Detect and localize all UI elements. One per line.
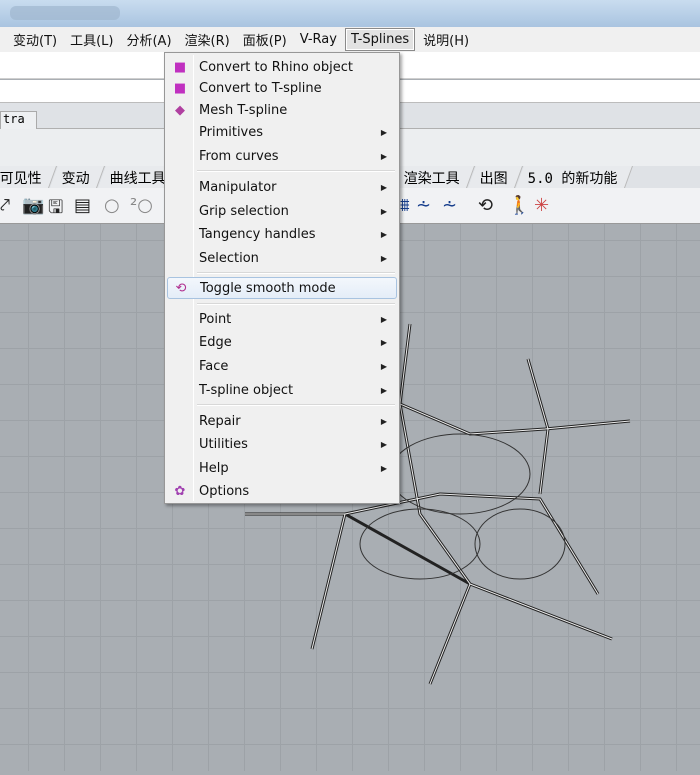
menu-item-primitives[interactable]: Primitives ▶ (167, 121, 397, 143)
submenu-arrow-icon: ▶ (380, 229, 387, 239)
car2-icon[interactable]: ⩪ (416, 195, 431, 216)
submenu-arrow-icon: ▶ (380, 416, 387, 426)
menu-item-label: Repair (199, 413, 241, 429)
menu-item-label: T-spline object (199, 382, 294, 398)
menu-transform[interactable]: 变动(T) (8, 27, 62, 52)
tab-layout[interactable]: 出图 (467, 166, 524, 188)
sun-icon[interactable]: ✳ (534, 195, 549, 216)
tab-render-tools[interactable]: 渲染工具 (391, 166, 476, 188)
menu-item-convert-to-tspline[interactable]: ■ Convert to T-spline (167, 77, 397, 99)
tab-transform[interactable]: 变动 (49, 166, 106, 188)
menu-item-edge[interactable]: Edge ▶ (167, 331, 397, 353)
convert-tspline-icon: ■ (173, 80, 187, 96)
menu-item-label: Mesh T-spline (199, 102, 288, 118)
menu-item-tangency-handles[interactable]: Tangency handles ▶ (167, 223, 397, 245)
menu-item-repair[interactable]: Repair ▶ (167, 410, 397, 432)
menu-item-manipulator[interactable]: Manipulator ▶ (167, 176, 397, 198)
menu-separator (197, 404, 395, 406)
menu-separator (197, 303, 395, 305)
menu-item-label: Options (199, 483, 250, 499)
menu-bar: 变动(T) 工具(L) 分析(A) 渲染(R) 面板(P) V-Ray T-Sp… (0, 27, 700, 52)
camera-icon[interactable]: 📷 (22, 195, 44, 216)
tab-label: 渲染工具 (403, 171, 460, 187)
menu-item-label: Point (199, 311, 232, 327)
menu-item-options[interactable]: ✿ Options (167, 480, 397, 502)
tab-label: 可见性 (0, 171, 42, 187)
menu-separator (197, 170, 395, 172)
convert-rhino-icon: ■ (173, 59, 187, 75)
submenu-arrow-icon: ▶ (380, 253, 387, 263)
car3-icon[interactable]: ⩪ (442, 195, 457, 216)
save-view-icon[interactable]: 🖫 (48, 195, 63, 225)
menu-separator (197, 272, 395, 274)
menu-analyze[interactable]: 分析(A) (121, 27, 176, 52)
menu-item-selection[interactable]: Selection ▶ (167, 247, 397, 269)
menu-tools[interactable]: 工具(L) (65, 27, 118, 52)
menu-item-label: Help (199, 460, 229, 476)
submenu-arrow-icon: ▶ (380, 463, 387, 473)
menu-item-mesh-tspline[interactable]: ◆ Mesh T-spline (167, 99, 397, 121)
menu-item-utilities[interactable]: Utilities ▶ (167, 433, 397, 455)
menu-tsplines[interactable]: T-Splines (344, 28, 416, 51)
tab-new-in-5[interactable]: 5.0 的新功能 (515, 166, 633, 188)
menu-item-label: Utilities (199, 436, 248, 452)
submenu-arrow-icon: ▶ (380, 182, 387, 192)
menu-help[interactable]: 说明(H) (418, 27, 474, 52)
tab-label: 出图 (479, 171, 508, 187)
menu-item-label: Convert to Rhino object (199, 59, 353, 75)
smooth-toggle-icon: ⟲ (175, 280, 187, 296)
menu-item-tspline-object[interactable]: T-spline object ▶ (167, 379, 397, 401)
menu-item-grip-selection[interactable]: Grip selection ▶ (167, 200, 397, 222)
window-title (10, 6, 120, 20)
open-folder-icon[interactable]: ▤ (74, 195, 91, 216)
menu-item-label: From curves (199, 148, 279, 164)
capture-icon[interactable]: ⤤ (0, 195, 10, 216)
walk-icon[interactable]: 🚶 (508, 195, 530, 216)
menu-vray[interactable]: V-Ray (295, 29, 342, 50)
menu-item-point[interactable]: Point ▶ (167, 308, 397, 330)
tab-label: 变动 (61, 171, 90, 187)
submenu-arrow-icon: ▶ (380, 361, 387, 371)
menu-item-label: Convert to T-spline (199, 80, 322, 96)
menu-item-label: Primitives (199, 124, 264, 140)
menu-render[interactable]: 渲染(R) (180, 27, 235, 52)
submenu-arrow-icon: ▶ (380, 385, 387, 395)
submenu-arrow-icon: ▶ (380, 206, 387, 216)
tab-label: 5.0 的新功能 (527, 171, 618, 187)
submenu-arrow-icon: ▶ (380, 314, 387, 324)
tab-label: 曲线工具 (109, 171, 166, 187)
car-icon[interactable]: ⩩ (400, 195, 410, 216)
light2-icon[interactable]: ²○ (130, 195, 153, 216)
menu-item-help[interactable]: Help ▶ (167, 457, 397, 479)
submenu-arrow-icon: ▶ (380, 337, 387, 347)
menu-item-label: Grip selection (199, 203, 289, 219)
menu-item-label: Toggle smooth mode (200, 280, 336, 296)
submenu-arrow-icon: ▶ (380, 127, 387, 137)
tab-extra[interactable]: tra (0, 111, 37, 129)
mesh-icon: ◆ (175, 102, 185, 118)
menu-item-from-curves[interactable]: From curves ▶ (167, 145, 397, 167)
menu-item-label: Face (199, 358, 229, 374)
title-bar (0, 0, 700, 27)
rotate-icon[interactable]: ⟲ (478, 195, 493, 216)
menu-item-convert-to-rhino[interactable]: ■ Convert to Rhino object (167, 56, 397, 78)
tsplines-dropdown-menu: ■ Convert to Rhino object ■ Convert to T-s… (164, 52, 400, 504)
menu-item-face[interactable]: Face ▶ (167, 355, 397, 377)
menu-item-toggle-smooth-mode[interactable]: ⟲ Toggle smooth mode (167, 277, 397, 299)
gear-icon: ✿ (174, 483, 186, 499)
submenu-arrow-icon: ▶ (380, 439, 387, 449)
submenu-arrow-icon: ▶ (380, 151, 387, 161)
menu-panels[interactable]: 面板(P) (238, 27, 292, 52)
menu-item-label: Selection (199, 250, 259, 266)
menu-item-label: Tangency handles (199, 226, 316, 242)
menu-item-label: Edge (199, 334, 232, 350)
light-icon[interactable]: ○ (104, 195, 120, 216)
tab-visibility[interactable]: 可见性 (0, 166, 58, 188)
menu-item-label: Manipulator (199, 179, 277, 195)
